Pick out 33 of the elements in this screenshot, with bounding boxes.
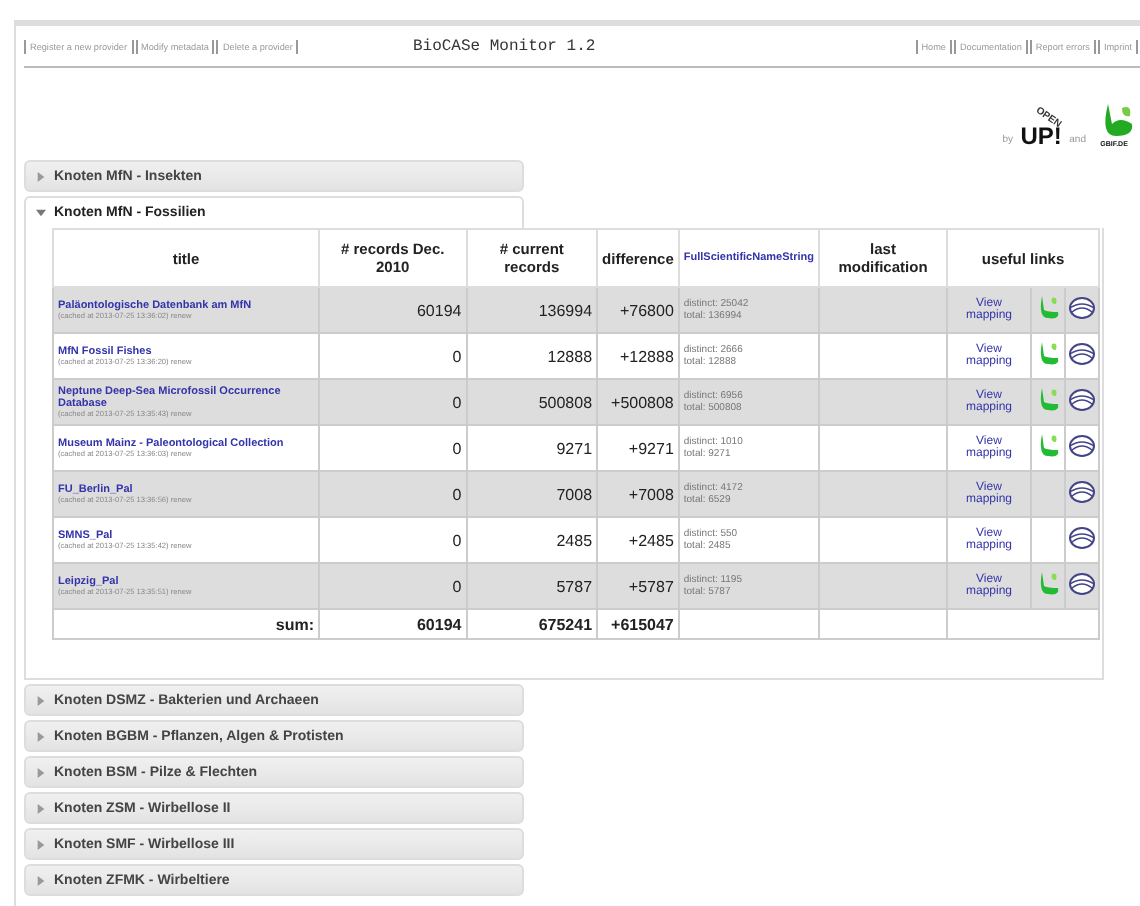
caret-right-icon <box>36 839 46 849</box>
table-cell: 675241 <box>466 609 598 639</box>
table-cell: 0 <box>319 563 467 609</box>
globe-icon[interactable] <box>1068 526 1096 550</box>
caret-down-icon <box>36 208 46 218</box>
table-cell: 5787 <box>466 563 598 609</box>
table-cell: +76800 <box>597 287 679 333</box>
globe-icon[interactable] <box>1068 480 1096 504</box>
table-cell: 500808 <box>466 379 598 425</box>
caret-right-icon <box>36 767 46 777</box>
globe-icon[interactable] <box>1068 342 1096 366</box>
caret-right-icon <box>36 875 46 885</box>
globe-icon[interactable] <box>1068 296 1096 320</box>
table-cell: 60194 <box>319 609 467 639</box>
table-cell: 60194 <box>319 287 467 333</box>
caret-right-icon <box>36 695 46 705</box>
logo-text: UP! <box>1020 124 1062 148</box>
page-title: BioCASe Monitor 1.2 <box>412 37 598 55</box>
table-cell: +5787 <box>597 563 679 609</box>
globe-icon[interactable] <box>1068 434 1096 458</box>
table-cell: 0 <box>319 471 467 517</box>
table-cell: 0 <box>319 379 467 425</box>
table-cell: 136994 <box>466 287 598 333</box>
caret-right-icon <box>36 171 46 181</box>
caret-right-icon <box>36 731 46 741</box>
table-cell: sum: <box>53 609 319 639</box>
table-cell: +500808 <box>597 379 679 425</box>
table-cell: +7008 <box>597 471 679 517</box>
globe-icon[interactable] <box>1068 572 1096 596</box>
table-cell: +615047 <box>597 609 679 639</box>
table-cell: 7008 <box>466 471 598 517</box>
globe-icon[interactable] <box>1068 388 1096 412</box>
caret-right-icon <box>36 803 46 813</box>
